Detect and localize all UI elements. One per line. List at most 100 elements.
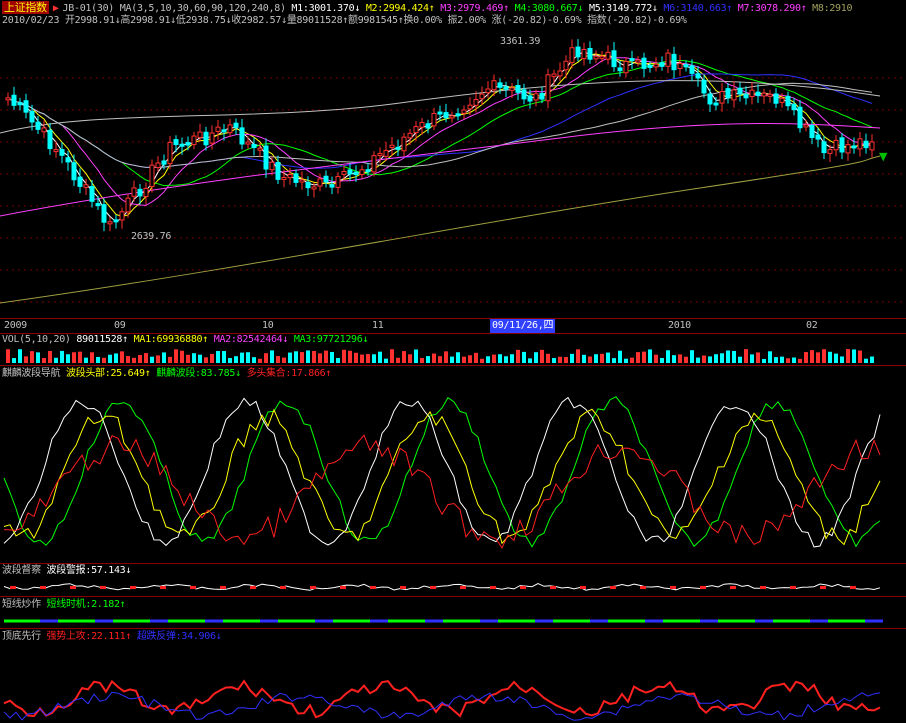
quote-row: 2010/02/23 开2998.91↓高2998.91↓低2938.75↓收2… [2, 14, 687, 28]
volume-bar [168, 356, 172, 363]
volume-bar [282, 357, 286, 363]
volume-bar [114, 353, 118, 363]
candle-body [839, 137, 845, 153]
wave-panel-name[interactable]: 麒麟波段导航 [2, 368, 61, 379]
volume-bar [774, 357, 778, 363]
candle-body [125, 197, 131, 213]
volume-bar [438, 356, 442, 363]
candle-body [5, 97, 11, 101]
volume-bar [102, 357, 106, 363]
candle-body [41, 127, 47, 133]
volume-value: 89011528↑ [76, 334, 128, 345]
volume-chart[interactable] [0, 346, 906, 364]
candle-body [413, 126, 419, 134]
strong-line [3, 679, 881, 719]
volume-bar [540, 349, 544, 363]
header-row: 上证指数 ▶ JB-01(30) MA(3,5,10,30,60,90,120,24… [2, 1, 853, 15]
candle-body [23, 100, 29, 113]
candle-body [329, 184, 335, 188]
watch-mark [250, 586, 256, 589]
indicator-name[interactable]: JB-01(30) [63, 3, 115, 14]
volume-bar [240, 352, 244, 363]
candle-body [17, 102, 23, 106]
watch-alert: 波段警报:57.143↓ [46, 565, 132, 576]
wave-navigation-chart[interactable] [0, 382, 906, 562]
volume-bar [132, 357, 136, 363]
volume-bar [804, 352, 808, 363]
volume-bar [558, 356, 562, 363]
volume-bar [150, 356, 154, 363]
candle-body [341, 171, 347, 175]
watch-mark [280, 586, 286, 589]
candle-body [467, 104, 473, 110]
candle-body [779, 97, 785, 103]
candle-body [389, 144, 395, 148]
volume-bar [408, 354, 412, 363]
candle-body [539, 92, 545, 100]
volume-bar [60, 350, 64, 363]
volume-bar [396, 357, 400, 363]
volume-bar [768, 351, 772, 363]
volume-bar [246, 352, 250, 363]
volume-bar [414, 349, 418, 363]
candle-body [473, 99, 479, 106]
volume-bar [726, 350, 730, 363]
volume-bar [96, 356, 100, 363]
candle-body [683, 64, 689, 68]
candle-body [809, 124, 815, 139]
volume-bar [738, 356, 742, 363]
candle-body [641, 57, 647, 69]
ma-m8: M8:2910 [812, 3, 853, 14]
watch-mark [310, 586, 316, 589]
candle-body [317, 178, 323, 187]
index-name[interactable]: 上证指数 [2, 1, 49, 14]
volume-name[interactable]: VOL(5,10,20) [2, 334, 71, 345]
short-term-chart[interactable] [0, 612, 906, 628]
short-panel-name[interactable]: 短线炒作 [2, 599, 41, 610]
candle-body [47, 129, 53, 150]
candle-body [437, 111, 443, 115]
volume-bar [276, 356, 280, 363]
volume-bar [522, 351, 526, 363]
axis-label-11: 11 [372, 320, 384, 331]
candle-body [569, 47, 575, 63]
candle-body [167, 141, 173, 165]
ma-line [0, 155, 881, 304]
candle-body [611, 50, 617, 68]
strong-attack: 强势上攻:22.111↑ [46, 631, 132, 642]
volume-bar [582, 354, 586, 363]
wave-watch-chart[interactable] [0, 577, 906, 595]
candle-body [377, 153, 383, 157]
volume-bar [654, 354, 658, 363]
candle-body [797, 106, 803, 129]
candle-body [83, 184, 89, 188]
quote-amplitude: 振2.00% [447, 15, 487, 26]
time-axis[interactable]: 2009 09 10 11 09/11/26,四 2010 02 [0, 318, 906, 334]
candle-body [575, 46, 581, 58]
candle-body [737, 87, 743, 95]
volume-bar [186, 354, 190, 363]
candle-body [119, 211, 125, 221]
candle-body [665, 52, 671, 67]
topbottom-panel-name[interactable]: 顶底先行 [2, 631, 41, 642]
volume-bar [420, 358, 424, 363]
volume-ma1: MA1:69936880↑ [133, 334, 209, 345]
volume-panel-header: VOL(5,10,20) 89011528↑ MA1:69936880↑ MA2… [2, 333, 369, 347]
volume-ma2: MA2:82542464↓ [213, 334, 289, 345]
watch-mark [160, 586, 166, 589]
watch-panel-name[interactable]: 波段督察 [2, 565, 41, 576]
watch-mark [490, 586, 496, 589]
volume-bar [192, 353, 196, 363]
volume-bar [144, 353, 148, 363]
volume-bar [810, 350, 814, 363]
volume-bar [696, 357, 700, 363]
candlestick-chart[interactable] [0, 28, 906, 318]
top-bottom-chart[interactable] [0, 644, 906, 722]
volume-bar [870, 356, 874, 363]
axis-label-10: 10 [262, 320, 274, 331]
candle-body [251, 144, 257, 149]
candle-body [155, 162, 161, 169]
volume-bar [708, 356, 712, 363]
candle-body [803, 124, 809, 128]
quote-date: 2010/02/23 [2, 15, 60, 26]
